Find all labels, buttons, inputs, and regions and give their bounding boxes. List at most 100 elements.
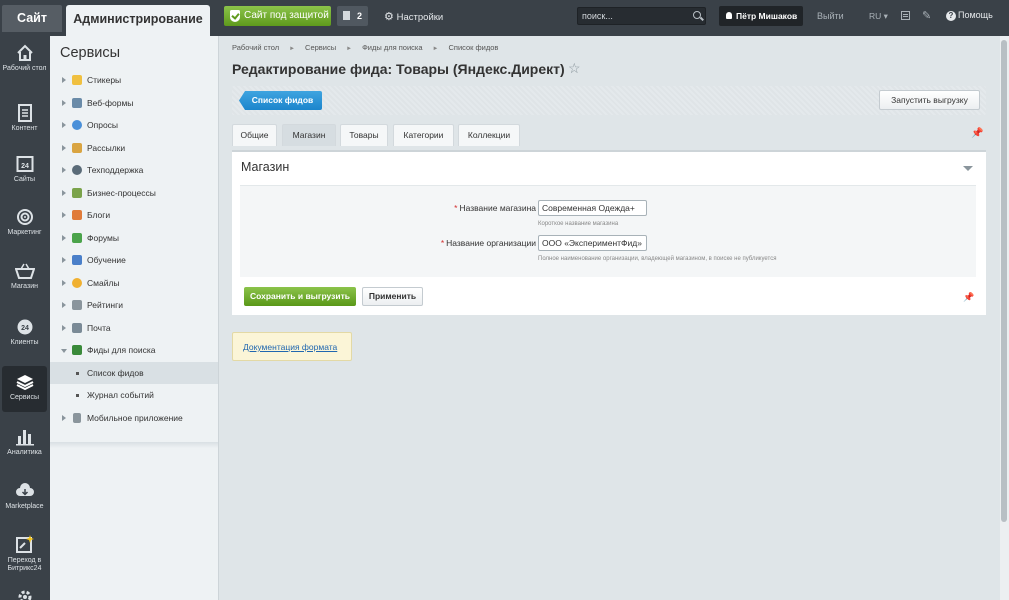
services-item-stickers[interactable]: Стикеры (50, 69, 218, 92)
notifications-button[interactable]: 2 (337, 6, 368, 26)
run-export-button[interactable]: Запустить выгрузку (879, 90, 980, 110)
favorite-star-icon[interactable]: ☆ (568, 60, 581, 77)
expand-arrow-icon[interactable] (62, 414, 66, 421)
language-label: RU (869, 11, 882, 21)
logout-link[interactable]: Выйти (817, 11, 844, 21)
services-item-webforms[interactable]: Веб-формы (50, 92, 218, 115)
expand-arrow-icon[interactable] (62, 77, 66, 83)
breadcrumb-separator-icon: ► (289, 46, 296, 52)
pin-buttons-icon[interactable]: 📌 (963, 292, 974, 303)
expand-arrow-icon[interactable] (62, 302, 66, 308)
tab-collections[interactable]: Коллекции (458, 124, 520, 146)
rating-icon (72, 300, 82, 310)
search-input[interactable] (578, 8, 688, 24)
services-item-search-feeds[interactable]: Фиды для поиска (50, 339, 218, 362)
forum-icon (72, 232, 82, 243)
breadcrumb-item[interactable]: Сервисы (305, 43, 336, 52)
nav-content[interactable]: Контент (2, 104, 47, 133)
services-item-support[interactable]: Техподдержка (50, 159, 218, 182)
pin-panel-icon[interactable]: ✎ (922, 9, 931, 22)
shop-name-input[interactable] (538, 200, 647, 216)
nav-shop[interactable]: Магазин (2, 262, 47, 291)
expand-arrow-icon[interactable] (62, 234, 66, 241)
search-icon[interactable] (693, 11, 701, 19)
services-item-smiles[interactable]: Смайлы (50, 272, 218, 295)
top-bar: Сайт Администрирование Сайт под защитой … (0, 0, 1009, 36)
organization-name-input[interactable] (538, 235, 647, 251)
tab-categories[interactable]: Категории (393, 124, 454, 146)
nav-services[interactable]: Сервисы (2, 366, 47, 412)
clients-24-icon: 24 (17, 319, 32, 335)
services-item-blogs[interactable]: Блоги (50, 204, 218, 227)
services-item-polls[interactable]: Опросы (50, 114, 218, 137)
nav-bitrix24[interactable]: Переход в Битрикс24 (2, 534, 47, 573)
mail-icon (72, 322, 82, 333)
hotkeys-icon[interactable] (901, 11, 910, 20)
nav-clients[interactable]: 24 Клиенты (2, 318, 47, 347)
expand-arrow-icon[interactable] (62, 122, 66, 128)
services-item-label: Техподдержка (87, 165, 144, 175)
language-selector[interactable]: RU ▾ (869, 11, 888, 22)
expand-arrow-icon[interactable] (62, 279, 66, 286)
nav-shop-label: Магазин (10, 283, 38, 290)
format-docs-link[interactable]: Документация формата (243, 342, 337, 352)
expand-arrow-icon[interactable] (62, 99, 66, 106)
svg-text:24: 24 (21, 325, 29, 332)
services-item-ratings[interactable]: Рейтинги (50, 294, 218, 317)
services-item-label: Стикеры (87, 75, 122, 85)
services-item-feed-list[interactable]: Список фидов (50, 361, 218, 384)
site-protection-button[interactable]: Сайт под защитой (224, 6, 331, 26)
expand-arrow-icon[interactable] (62, 167, 66, 173)
services-item-mail[interactable]: Почта (50, 317, 218, 340)
user-button[interactable]: Пётр Мишаков (719, 6, 803, 26)
settings-button[interactable]: ⚙ Настройки (384, 10, 443, 23)
expand-arrow-icon[interactable] (62, 212, 66, 218)
nav-sites[interactable]: 24 Сайты (2, 155, 47, 184)
breadcrumb-item[interactable]: Фиды для поиска (362, 43, 422, 52)
feed-list-button[interactable]: Список фидов (239, 91, 322, 110)
collapse-toggle-icon[interactable] (963, 166, 973, 171)
nav-marketplace[interactable]: Marketplace (2, 482, 47, 511)
nav-desktop[interactable]: Рабочий стол (2, 44, 47, 73)
expand-arrow-icon[interactable] (62, 324, 66, 331)
expand-arrow-icon[interactable] (62, 144, 66, 151)
services-item-mailings[interactable]: Рассылки (50, 137, 218, 160)
save-and-export-button[interactable]: Сохранить и выгрузить (244, 287, 356, 306)
tab-shop[interactable]: Магазин (282, 124, 336, 146)
help-button[interactable]: ? Помощь (946, 10, 993, 21)
apply-button[interactable]: Применить (362, 287, 423, 306)
services-item-label: Смайлы (87, 277, 120, 288)
tab-products[interactable]: Товары (340, 124, 388, 146)
services-title: Сервисы (60, 45, 121, 61)
pin-tabs-icon[interactable]: 📌 (971, 128, 983, 139)
services-item-label: Мобильное приложение (87, 412, 183, 423)
nav-marketing[interactable]: Маркетинг (2, 208, 47, 237)
gear-icon (18, 590, 31, 600)
admin-tab[interactable]: Администрирование (66, 5, 210, 36)
page-scrollbar-thumb[interactable] (1001, 40, 1007, 522)
services-item-learning[interactable]: Обучение (50, 249, 218, 272)
services-item-label: Обучение (87, 255, 126, 265)
expand-arrow-icon[interactable] (62, 189, 66, 196)
services-item-forums[interactable]: Форумы (50, 227, 218, 250)
target-icon (16, 209, 33, 225)
nav-settings[interactable] (2, 588, 47, 600)
services-item-event-log[interactable]: Журнал событий (50, 384, 218, 407)
pie-chart-icon (72, 120, 82, 130)
services-item-label: Форумы (87, 232, 119, 243)
services-item-bizproc[interactable]: Бизнес-процессы (50, 182, 218, 205)
feed-table-icon (72, 345, 82, 355)
services-item-label: Блоги (87, 210, 111, 220)
services-item-mobile-app[interactable]: Мобильное приложение (50, 407, 218, 430)
collapse-arrow-icon[interactable] (61, 349, 67, 353)
site-tab[interactable]: Сайт (2, 5, 62, 32)
page-title: Редактирование фида: Товары (Яндекс.Дире… (232, 61, 565, 77)
user-name: Пётр Мишаков (736, 11, 798, 21)
breadcrumb-item[interactable]: Рабочий стол (232, 43, 279, 52)
expand-arrow-icon[interactable] (62, 257, 66, 263)
services-item-label: Опросы (87, 120, 119, 130)
breadcrumb-item[interactable]: Список фидов (448, 43, 498, 52)
nav-analytics[interactable]: Аналитика (2, 428, 47, 457)
nav-sites-label: Сайты (13, 176, 36, 183)
tab-general[interactable]: Общие (232, 124, 277, 146)
